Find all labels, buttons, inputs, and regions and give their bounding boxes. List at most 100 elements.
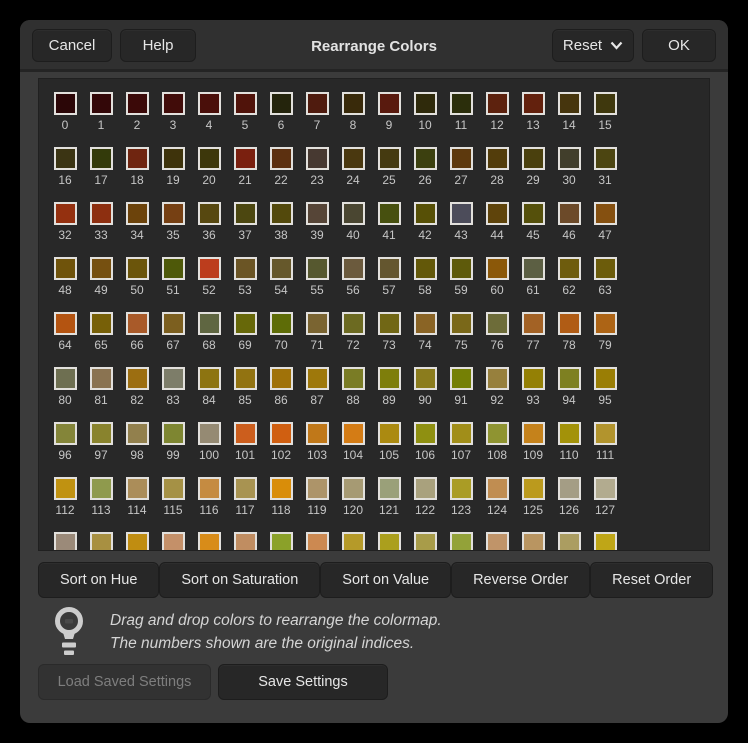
palette-swatch[interactable]	[450, 147, 473, 170]
palette-cell[interactable]: 118	[263, 477, 299, 532]
palette-swatch[interactable]	[486, 367, 509, 390]
palette-cell[interactable]: 140	[479, 532, 515, 551]
palette-swatch[interactable]	[126, 92, 149, 115]
palette-swatch[interactable]	[162, 477, 185, 500]
palette-swatch[interactable]	[90, 202, 113, 225]
palette-cell[interactable]: 16	[47, 147, 83, 202]
palette-swatch[interactable]	[54, 367, 77, 390]
palette-swatch[interactable]	[126, 312, 149, 335]
palette-cell[interactable]: 74	[407, 312, 443, 367]
palette-swatch[interactable]	[414, 312, 437, 335]
palette-swatch[interactable]	[234, 202, 257, 225]
palette-swatch[interactable]	[90, 422, 113, 445]
palette-cell[interactable]: 138	[407, 532, 443, 551]
palette-cell[interactable]: 86	[263, 367, 299, 422]
palette-swatch[interactable]	[486, 202, 509, 225]
palette-swatch[interactable]	[522, 367, 545, 390]
palette-swatch[interactable]	[306, 367, 329, 390]
palette-swatch[interactable]	[342, 92, 365, 115]
palette-cell[interactable]: 3	[155, 92, 191, 147]
palette-cell[interactable]: 123	[443, 477, 479, 532]
palette-cell[interactable]: 23	[299, 147, 335, 202]
palette-cell[interactable]: 87	[299, 367, 335, 422]
palette-swatch[interactable]	[522, 257, 545, 280]
palette-cell[interactable]: 42	[407, 202, 443, 257]
palette-swatch[interactable]	[162, 257, 185, 280]
palette-cell[interactable]: 78	[551, 312, 587, 367]
palette-cell[interactable]: 95	[587, 367, 623, 422]
palette-swatch[interactable]	[306, 477, 329, 500]
palette-swatch[interactable]	[558, 422, 581, 445]
palette-cell[interactable]: 19	[155, 147, 191, 202]
palette-swatch[interactable]	[126, 477, 149, 500]
palette-cell[interactable]: 14	[551, 92, 587, 147]
palette-cell[interactable]: 47	[587, 202, 623, 257]
palette-cell[interactable]: 133	[227, 532, 263, 551]
palette-cell[interactable]: 18	[119, 147, 155, 202]
palette-swatch[interactable]	[198, 202, 221, 225]
palette-swatch[interactable]	[54, 147, 77, 170]
palette-cell[interactable]: 98	[119, 422, 155, 477]
palette-cell[interactable]: 24	[335, 147, 371, 202]
palette-cell[interactable]: 59	[443, 257, 479, 312]
palette-swatch[interactable]	[522, 477, 545, 500]
palette-cell[interactable]: 102	[263, 422, 299, 477]
palette-swatch[interactable]	[414, 477, 437, 500]
palette-cell[interactable]: 109	[515, 422, 551, 477]
palette-cell[interactable]: 112	[47, 477, 83, 532]
palette-cell[interactable]: 4	[191, 92, 227, 147]
palette-cell[interactable]: 12	[479, 92, 515, 147]
palette-cell[interactable]: 53	[227, 257, 263, 312]
palette-swatch[interactable]	[594, 92, 617, 115]
sort-on-saturation-button[interactable]: Sort on Saturation	[159, 562, 320, 598]
palette-cell[interactable]: 100	[191, 422, 227, 477]
palette-cell[interactable]: 139	[443, 532, 479, 551]
palette-cell[interactable]: 54	[263, 257, 299, 312]
palette-swatch[interactable]	[342, 532, 365, 551]
palette-cell[interactable]: 143	[587, 532, 623, 551]
palette-swatch[interactable]	[306, 312, 329, 335]
ok-button[interactable]: OK	[642, 29, 716, 62]
palette-cell[interactable]: 48	[47, 257, 83, 312]
palette-cell[interactable]: 45	[515, 202, 551, 257]
palette-swatch[interactable]	[342, 202, 365, 225]
palette-cell[interactable]: 15	[587, 92, 623, 147]
palette-cell[interactable]: 40	[335, 202, 371, 257]
palette-cell[interactable]: 28	[479, 147, 515, 202]
palette-swatch[interactable]	[450, 257, 473, 280]
palette-cell[interactable]: 6	[263, 92, 299, 147]
palette-swatch[interactable]	[522, 202, 545, 225]
palette-cell[interactable]: 101	[227, 422, 263, 477]
palette-swatch[interactable]	[162, 202, 185, 225]
palette-swatch[interactable]	[450, 202, 473, 225]
palette-swatch[interactable]	[306, 422, 329, 445]
palette-swatch[interactable]	[378, 92, 401, 115]
palette-cell[interactable]: 117	[227, 477, 263, 532]
palette-swatch[interactable]	[450, 477, 473, 500]
reverse-order-button[interactable]: Reverse Order	[451, 562, 590, 598]
palette-cell[interactable]: 29	[515, 147, 551, 202]
palette-cell[interactable]: 27	[443, 147, 479, 202]
palette-swatch[interactable]	[90, 367, 113, 390]
palette-swatch[interactable]	[270, 147, 293, 170]
palette-swatch[interactable]	[342, 477, 365, 500]
palette-swatch[interactable]	[342, 422, 365, 445]
palette-cell[interactable]: 107	[443, 422, 479, 477]
palette-swatch[interactable]	[522, 532, 545, 551]
palette-cell[interactable]: 76	[479, 312, 515, 367]
palette-swatch[interactable]	[162, 367, 185, 390]
palette-cell[interactable]: 141	[515, 532, 551, 551]
palette-swatch[interactable]	[450, 422, 473, 445]
palette-cell[interactable]: 1	[83, 92, 119, 147]
palette-cell[interactable]: 10	[407, 92, 443, 147]
palette-swatch[interactable]	[198, 257, 221, 280]
save-settings-button[interactable]: Save Settings	[218, 664, 388, 700]
palette-swatch[interactable]	[522, 147, 545, 170]
palette-swatch[interactable]	[522, 422, 545, 445]
palette-swatch[interactable]	[162, 422, 185, 445]
sort-on-value-button[interactable]: Sort on Value	[320, 562, 451, 598]
palette-cell[interactable]: 65	[83, 312, 119, 367]
palette-swatch[interactable]	[162, 92, 185, 115]
palette-cell[interactable]: 142	[551, 532, 587, 551]
palette-swatch[interactable]	[594, 147, 617, 170]
